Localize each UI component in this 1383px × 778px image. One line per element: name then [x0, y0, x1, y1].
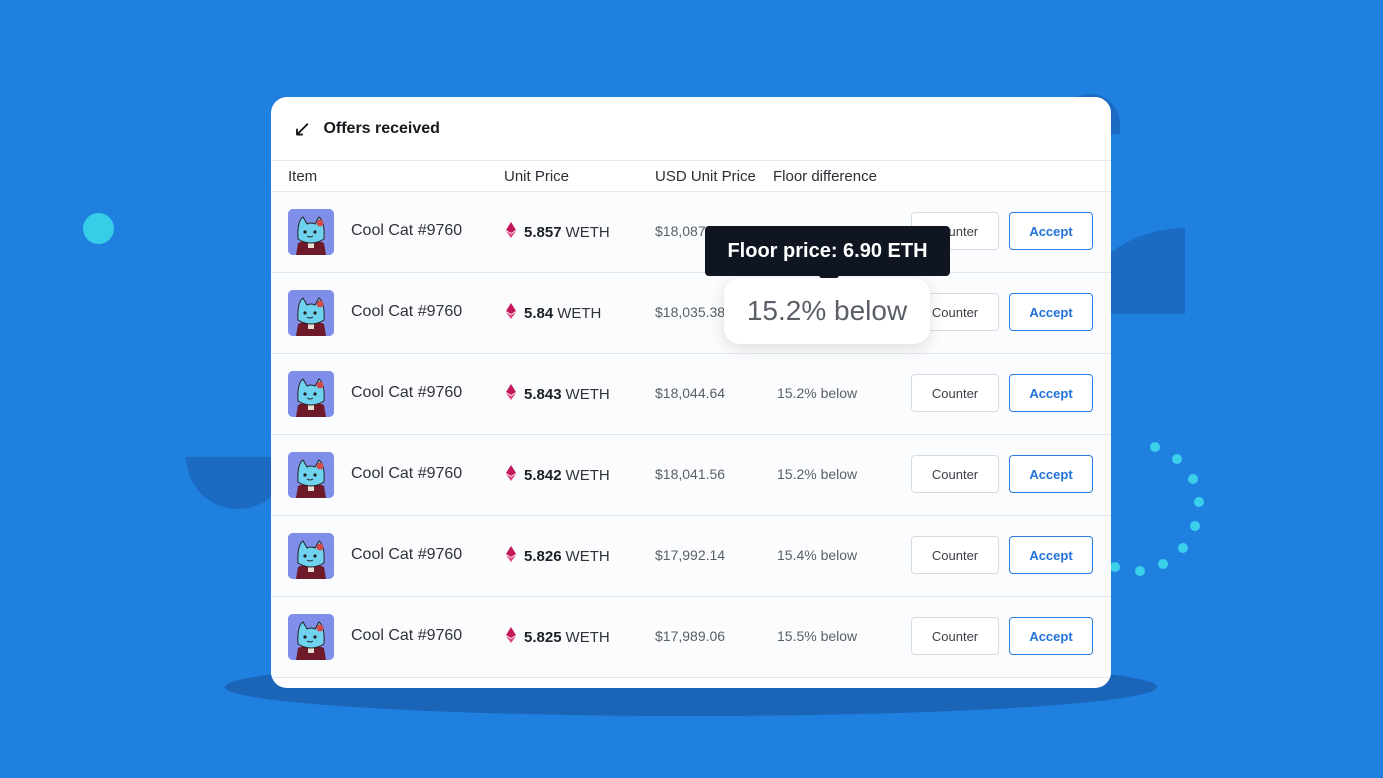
accept-button[interactable]: Accept [1009, 293, 1093, 331]
price-currency: WETH [565, 547, 610, 565]
usd-unit-price: $18,044.64 [655, 385, 726, 401]
table-row[interactable]: Cool Cat #9760 5.826 WETH $17,992.14 15.… [271, 516, 1111, 597]
spinner-dot [1194, 497, 1204, 507]
floor-difference: 15.4% below [777, 547, 858, 563]
ethereum-icon [506, 222, 524, 242]
spinner-dot [1135, 566, 1145, 576]
spinner-dot [1178, 543, 1188, 553]
price-currency: WETH [565, 466, 610, 484]
usd-unit-price: $17,992.14 [655, 547, 726, 563]
arrow-down-left-icon: ↙ [293, 115, 312, 141]
item-name: Cool Cat #9760 [351, 546, 463, 563]
unit-price: 5.857 WETH [506, 222, 610, 242]
column-usd-unit-price: USD Unit Price [655, 168, 756, 185]
spinner-dot [1190, 521, 1200, 531]
unit-price: 5.84 WETH [506, 303, 601, 323]
counter-button[interactable]: Counter [911, 374, 999, 412]
item-name: Cool Cat #9760 [351, 222, 463, 239]
usd-unit-price: $17,989.06 [655, 628, 726, 644]
usd-unit-price: $18,035.38 [655, 304, 726, 320]
item-name: Cool Cat #9760 [351, 384, 463, 401]
ethereum-icon [506, 303, 524, 323]
decorative-dot [83, 213, 114, 244]
floor-price-tooltip: Floor price: 6.90 ETH [705, 226, 950, 286]
table-header: Item Unit Price USD Unit Price Floor dif… [271, 161, 1111, 192]
price-value: 5.825 [524, 628, 562, 646]
floor-difference-callout: 15.2% below [724, 278, 930, 344]
price-value: 5.843 [524, 385, 562, 403]
column-unit-price: Unit Price [504, 168, 570, 185]
nft-thumbnail [288, 290, 334, 336]
floor-difference: 15.2% below [777, 466, 858, 482]
column-floor-difference: Floor difference [773, 168, 877, 185]
spinner-dot [1188, 474, 1198, 484]
usd-unit-price: $18,087 [655, 223, 706, 239]
item-name: Cool Cat #9760 [351, 465, 463, 482]
unit-price: 5.843 WETH [506, 384, 610, 404]
price-currency: WETH [557, 304, 602, 322]
counter-button[interactable]: Counter [911, 617, 999, 655]
table-row[interactable]: Cool Cat #9760 5.857 WETH $18,087 Counte… [271, 192, 1111, 273]
item-name: Cool Cat #9760 [351, 627, 463, 644]
offers-panel: ↙ Offers received Item Unit Price USD Un… [271, 97, 1111, 688]
nft-thumbnail [288, 533, 334, 579]
spinner-dot [1172, 454, 1182, 464]
ethereum-icon [506, 465, 524, 485]
price-value: 5.842 [524, 466, 562, 484]
ethereum-icon [506, 546, 524, 566]
nft-thumbnail [288, 452, 334, 498]
ethereum-icon [506, 384, 524, 404]
unit-price: 5.826 WETH [506, 546, 610, 566]
offers-table-body: Cool Cat #9760 5.857 WETH $18,087 Counte… [271, 192, 1111, 678]
panel-title: Offers received [323, 119, 440, 137]
price-currency: WETH [565, 223, 610, 241]
counter-button[interactable]: Counter [911, 455, 999, 493]
accept-button[interactable]: Accept [1009, 212, 1093, 250]
price-value: 5.857 [524, 223, 562, 241]
table-row[interactable]: Cool Cat #9760 5.842 WETH $18,041.56 15.… [271, 435, 1111, 516]
accept-button[interactable]: Accept [1009, 617, 1093, 655]
table-row[interactable]: Cool Cat #9760 5.84 WETH $18,035.38 Coun… [271, 273, 1111, 354]
price-currency: WETH [565, 628, 610, 646]
price-value: 5.826 [524, 547, 562, 565]
table-row[interactable]: Cool Cat #9760 5.843 WETH $18,044.64 15.… [271, 354, 1111, 435]
spinner-dot [1158, 559, 1168, 569]
accept-button[interactable]: Accept [1009, 374, 1093, 412]
spinner-dot [1150, 442, 1160, 452]
price-value: 5.84 [524, 304, 554, 322]
unit-price: 5.825 WETH [506, 627, 610, 647]
floor-difference: 15.2% below [777, 385, 858, 401]
ethereum-icon [506, 627, 524, 647]
spinner-dot [1110, 562, 1120, 572]
nft-thumbnail [288, 614, 334, 660]
nft-thumbnail [288, 209, 334, 255]
nft-thumbnail [288, 371, 334, 417]
floor-difference: 15.5% below [777, 628, 858, 644]
accept-button[interactable]: Accept [1009, 455, 1093, 493]
panel-header: ↙ Offers received [271, 97, 1111, 161]
counter-button[interactable]: Counter [911, 536, 999, 574]
item-name: Cool Cat #9760 [351, 303, 463, 320]
price-currency: WETH [565, 385, 610, 403]
accept-button[interactable]: Accept [1009, 536, 1093, 574]
table-row[interactable]: Cool Cat #9760 5.825 WETH $17,989.06 15.… [271, 597, 1111, 678]
unit-price: 5.842 WETH [506, 465, 610, 485]
column-item: Item [288, 168, 318, 185]
usd-unit-price: $18,041.56 [655, 466, 726, 482]
